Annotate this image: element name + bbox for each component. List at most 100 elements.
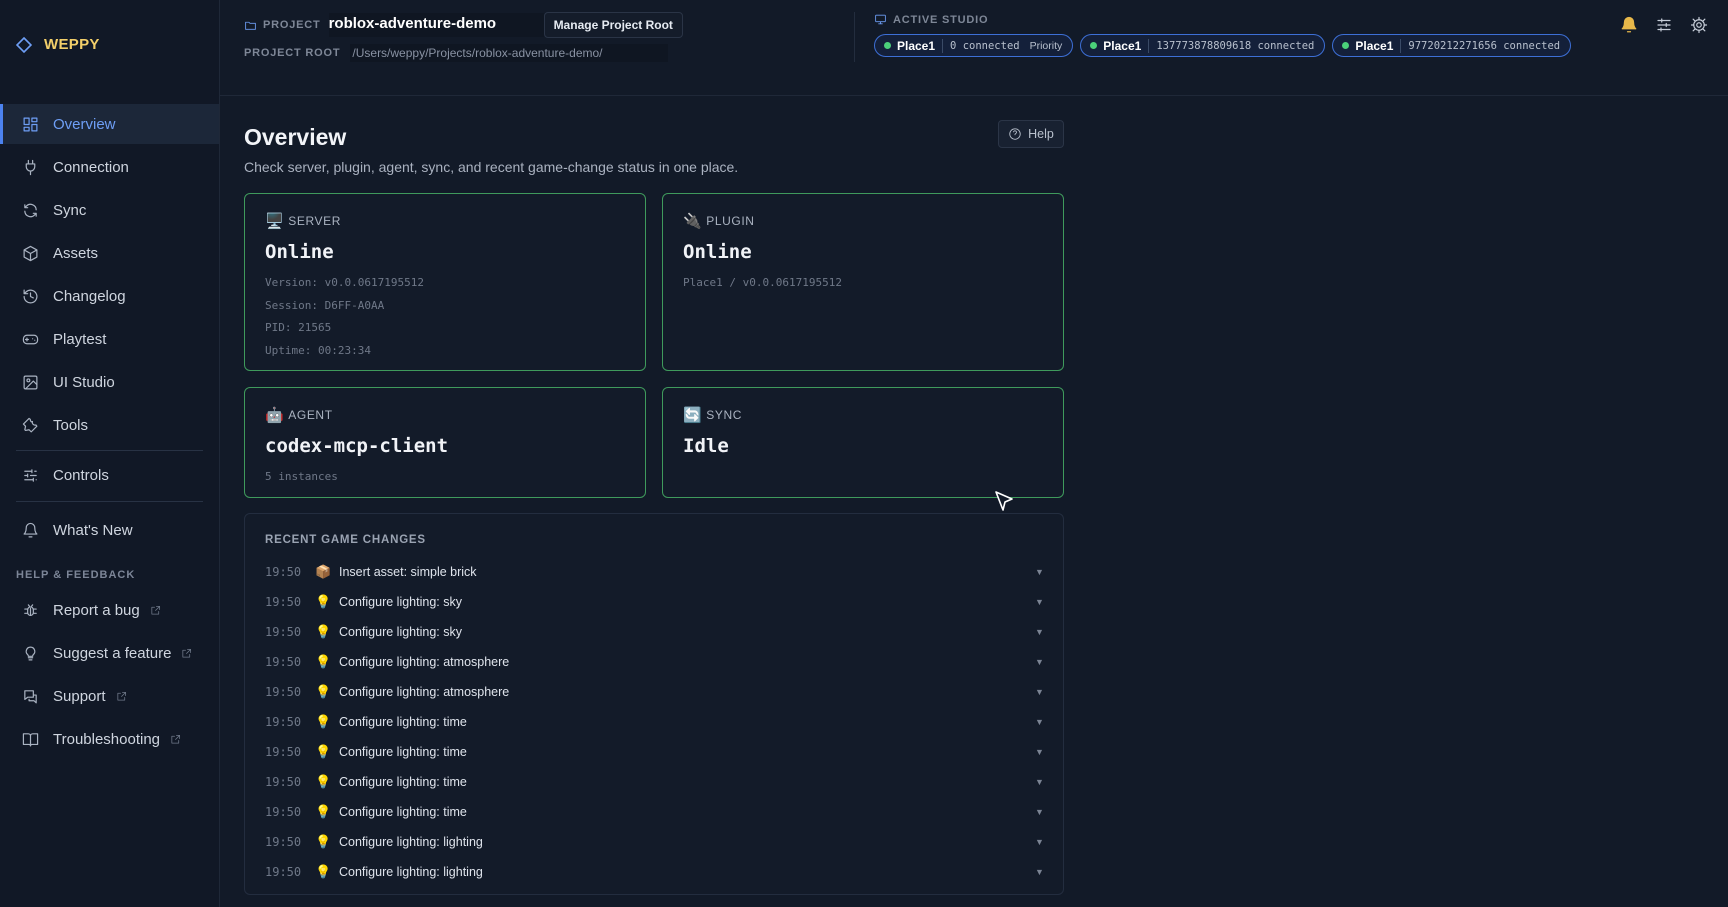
- server-status: Online: [265, 241, 334, 263]
- studio-name: Place1: [1355, 38, 1394, 53]
- plug-icon: 🔌: [683, 213, 703, 230]
- lightbulb-icon: [25, 646, 36, 660]
- project-root-path[interactable]: /Users/weppy/Projects/roblox-adventure-d…: [350, 44, 669, 62]
- bell-icon: [1621, 16, 1636, 33]
- chevron-down-icon[interactable]: ▼: [1035, 657, 1045, 667]
- change-row[interactable]: 19:50 📦 Insert asset: simple brick ▼: [265, 560, 1045, 584]
- bug-icon: [24, 603, 37, 616]
- sidebar-item-controls[interactable]: Controls: [0, 455, 219, 495]
- sidebar-item-tools[interactable]: Tools: [0, 405, 219, 445]
- chevron-down-icon[interactable]: ▼: [1035, 597, 1045, 607]
- sidebar-item-troubleshooting[interactable]: Troubleshooting: [0, 719, 219, 759]
- chevron-down-icon[interactable]: ▼: [1035, 777, 1045, 787]
- external-link-icon: [151, 605, 160, 615]
- sidebar-item-assets[interactable]: Assets: [0, 233, 219, 273]
- sidebar-item-label: Suggest a feature: [53, 644, 172, 662]
- change-time: 19:50: [265, 865, 302, 879]
- help-circle-icon: [1009, 128, 1021, 140]
- agent-card: 🤖 AGENT codex-mcp-client 5 instances: [244, 387, 646, 498]
- card-header: 🔄 SYNC: [683, 406, 1043, 424]
- studio-name: Place1: [897, 38, 936, 53]
- sidebar-item-playtest[interactable]: Playtest: [0, 319, 219, 359]
- server-card: 🖥️ SERVER Online Version: v0.0.061719551…: [244, 193, 646, 371]
- sidebar-item-connection[interactable]: Connection: [0, 147, 219, 187]
- change-time: 19:50: [265, 805, 302, 819]
- top-bar: PROJECT roblox-adventure-demo Manage Pro…: [220, 0, 1728, 96]
- server-meta: Version: v0.0.0617195512 Session: D6FF-A…: [265, 272, 625, 362]
- chevron-down-icon[interactable]: ▼: [1035, 747, 1045, 757]
- help-button[interactable]: Help: [998, 120, 1064, 148]
- topbar-divider: [854, 12, 855, 62]
- sidebar-item-label: Overview: [53, 115, 116, 133]
- chevron-down-icon[interactable]: ▼: [1035, 807, 1045, 817]
- grid-icon: [23, 117, 38, 131]
- image-icon: [23, 375, 38, 389]
- brand-name: WEPPY: [44, 36, 100, 53]
- card-label: SERVER: [288, 214, 342, 228]
- chevron-down-icon[interactable]: ▼: [1035, 867, 1045, 877]
- project-name-field[interactable]: roblox-adventure-demo: [328, 13, 544, 37]
- change-description: Configure lighting: time: [339, 805, 467, 819]
- chevron-down-icon[interactable]: ▼: [1035, 687, 1045, 697]
- studio-name: Place1: [1103, 38, 1142, 53]
- studio-pill[interactable]: Place1 0 connected Priority: [874, 34, 1074, 57]
- wrench-icon: [22, 417, 38, 432]
- card-header: 🖥️ SERVER: [265, 212, 625, 230]
- robot-icon: 🤖: [265, 407, 285, 424]
- studio-extra: Priority: [1029, 39, 1063, 52]
- notifications-button[interactable]: [1615, 13, 1642, 37]
- sidebar-item-suggest-feature[interactable]: Suggest a feature: [0, 633, 219, 673]
- studio-meta: 97720212271656 connected: [1408, 39, 1561, 52]
- card-label: PLUGIN: [706, 214, 755, 228]
- change-row[interactable]: 19:50 💡 Configure lighting: time ▼: [265, 740, 1045, 764]
- status-dot: [1342, 42, 1350, 49]
- sidebar-item-sync[interactable]: Sync: [0, 190, 219, 230]
- sidebar-item-whats-new[interactable]: What's New: [0, 510, 219, 550]
- bell-icon: [23, 522, 38, 537]
- agent-meta: 5 instances: [265, 470, 338, 483]
- sidebar-item-report-bug[interactable]: Report a bug: [0, 590, 219, 630]
- active-studio-label-row: ACTIVE STUDIO: [874, 13, 988, 26]
- settings-button[interactable]: [1685, 13, 1712, 37]
- page-title: Overview: [244, 124, 347, 150]
- sidebar-item-overview[interactable]: Overview: [0, 104, 219, 144]
- change-row[interactable]: 19:50 💡 Configure lighting: lighting ▼: [265, 830, 1045, 854]
- change-description: Configure lighting: atmosphere: [339, 685, 510, 699]
- sidebar-item-ui-studio[interactable]: UI Studio: [0, 362, 219, 402]
- manage-project-root-button[interactable]: Manage Project Root: [543, 12, 683, 38]
- topbar-actions: [1615, 13, 1712, 37]
- change-row[interactable]: 19:50 💡 Configure lighting: time ▼: [265, 800, 1045, 824]
- sidebar-item-support[interactable]: Support: [0, 676, 219, 716]
- change-row[interactable]: 19:50 💡 Configure lighting: atmosphere ▼: [265, 650, 1045, 674]
- gamepad-icon: [22, 334, 39, 344]
- server-uptime: Uptime: 00:23:34: [265, 343, 371, 357]
- external-link-icon: [171, 734, 181, 744]
- change-row[interactable]: 19:50 💡 Configure lighting: sky ▼: [265, 620, 1045, 644]
- change-time: 19:50: [265, 715, 302, 729]
- status-dot: [1090, 42, 1098, 49]
- card-header: 🔌 PLUGIN: [683, 212, 1043, 230]
- sidebar-item-label: Connection: [53, 158, 129, 176]
- brand[interactable]: WEPPY: [16, 36, 100, 53]
- monitor-icon: [875, 14, 886, 25]
- change-row[interactable]: 19:50 💡 Configure lighting: time ▼: [265, 710, 1045, 734]
- sidebar-item-changelog[interactable]: Changelog: [0, 276, 219, 316]
- studio-pill[interactable]: Place1 97720212271656 connected: [1332, 34, 1572, 57]
- change-row[interactable]: 19:50 💡 Configure lighting: time ▼: [265, 770, 1045, 794]
- change-time: 19:50: [265, 655, 302, 669]
- change-row[interactable]: 19:50 💡 Configure lighting: sky ▼: [265, 590, 1045, 614]
- change-row[interactable]: 19:50 💡 Configure lighting: lighting ▼: [265, 860, 1045, 884]
- chevron-down-icon[interactable]: ▼: [1035, 717, 1045, 727]
- change-time: 19:50: [265, 685, 302, 699]
- change-row[interactable]: 19:50 💡 Configure lighting: atmosphere ▼: [265, 680, 1045, 704]
- chevron-down-icon[interactable]: ▼: [1035, 837, 1045, 847]
- chevron-down-icon[interactable]: ▼: [1035, 627, 1045, 637]
- pill-divider: [1148, 38, 1150, 53]
- preferences-button[interactable]: [1650, 13, 1677, 37]
- chevron-down-icon[interactable]: ▼: [1035, 567, 1045, 577]
- change-description: Configure lighting: sky: [339, 625, 462, 639]
- history-icon: [23, 289, 38, 303]
- studio-meta: 0 connected: [950, 39, 1020, 52]
- sidebar: WEPPY Overview Connection Sync Assets Ch…: [0, 0, 220, 907]
- studio-pill[interactable]: Place1 137773878809618 connected: [1080, 34, 1326, 57]
